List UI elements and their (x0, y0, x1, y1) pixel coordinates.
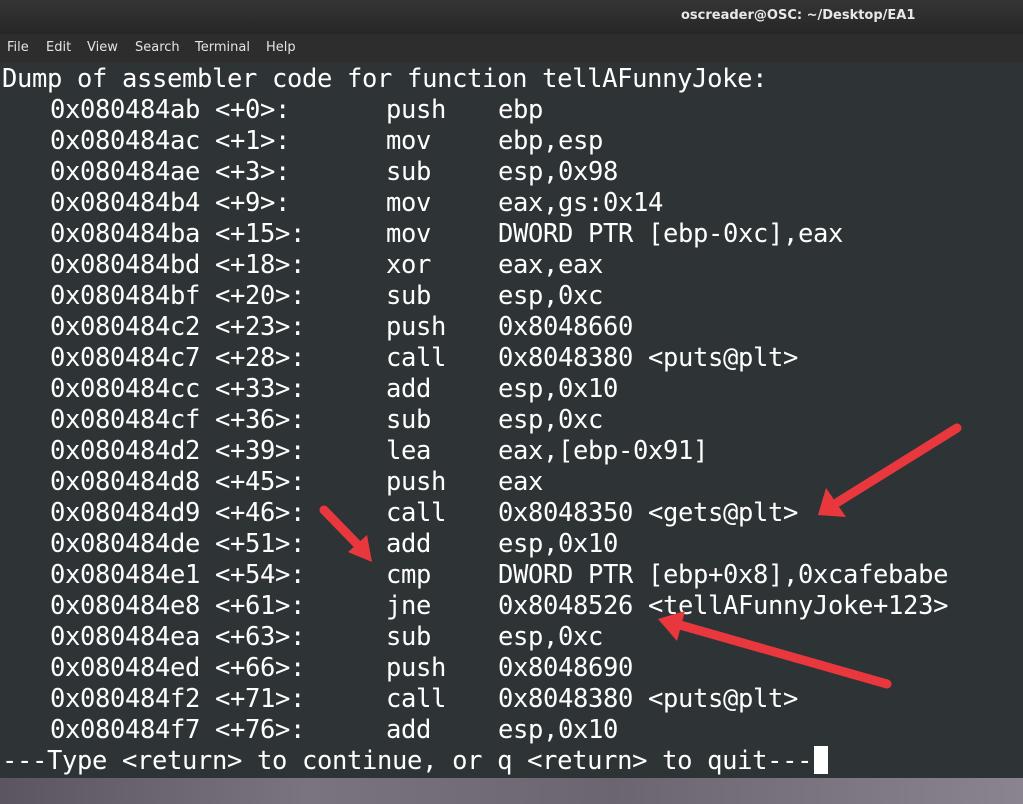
instruction-address: 0x080484c7 <+28>: (50, 343, 306, 373)
instruction-operands: esp,0x10 (498, 715, 619, 745)
instruction-mnemonic: add (386, 374, 432, 404)
instruction-mnemonic: cmp (386, 560, 432, 590)
instruction-address: 0x080484d8 <+45>: (50, 467, 306, 497)
instruction-address: 0x080484f2 <+71>: (50, 684, 306, 714)
instruction-mnemonic: mov (386, 219, 432, 249)
instruction-operands: DWORD PTR [ebp-0xc],eax (498, 219, 844, 249)
text-cursor (814, 746, 829, 774)
desktop-background (0, 778, 1023, 804)
instruction-address: 0x080484f7 <+76>: (50, 715, 306, 745)
pager-prompt[interactable]: ---Type <return> to continue, or q <retu… (2, 746, 829, 777)
instruction-address: 0x080484ac <+1>: (50, 126, 291, 156)
instruction-operands: 0x8048690 (498, 653, 634, 683)
instruction-mnemonic: add (386, 529, 432, 559)
menu-terminal[interactable]: Terminal (195, 40, 250, 55)
instruction-mnemonic: push (386, 467, 447, 497)
instruction-mnemonic: call (386, 343, 447, 373)
instruction-address: 0x080484de <+51>: (50, 529, 306, 559)
menu-file[interactable]: File (7, 40, 29, 55)
instruction-mnemonic: call (386, 498, 447, 528)
instruction-operands: esp,0x10 (498, 374, 619, 404)
instruction-operands: 0x8048660 (498, 312, 634, 342)
instruction-address: 0x080484bd <+18>: (50, 250, 306, 280)
dump-header: Dump of assembler code for function tell… (2, 64, 768, 94)
instruction-address: 0x080484ba <+15>: (50, 219, 306, 249)
instruction-operands: 0x8048380 <puts@plt> (498, 684, 799, 714)
menu-help[interactable]: Help (266, 40, 296, 55)
menu-bar: File Edit View Search Terminal Help (0, 34, 1023, 63)
menu-edit[interactable]: Edit (46, 40, 71, 55)
window-title: oscreader@OSC: ~/Desktop/EA1 (681, 8, 916, 23)
instruction-operands: eax (498, 467, 544, 497)
instruction-mnemonic: push (386, 312, 447, 342)
instruction-mnemonic: jne (386, 591, 432, 621)
instruction-operands: eax,eax (498, 250, 604, 280)
instruction-mnemonic: mov (386, 126, 432, 156)
instruction-operands: ebp (498, 95, 544, 125)
instruction-address: 0x080484b4 <+9>: (50, 188, 291, 218)
instruction-address: 0x080484ea <+63>: (50, 622, 306, 652)
instruction-mnemonic: xor (386, 250, 432, 280)
instruction-mnemonic: lea (386, 436, 432, 466)
instruction-operands: esp,0xc (498, 622, 604, 652)
instruction-address: 0x080484bf <+20>: (50, 281, 306, 311)
instruction-mnemonic: sub (386, 157, 432, 187)
instruction-mnemonic: sub (386, 622, 432, 652)
instruction-address: 0x080484d2 <+39>: (50, 436, 306, 466)
terminal-output[interactable]: Dump of assembler code for function tell… (0, 62, 1023, 778)
instruction-operands: eax,gs:0x14 (498, 188, 664, 218)
instruction-mnemonic: sub (386, 405, 432, 435)
pager-prompt-text: ---Type <return> to continue, or q <retu… (2, 746, 813, 776)
instruction-mnemonic: mov (386, 188, 432, 218)
instruction-operands: eax,[ebp-0x91] (498, 436, 709, 466)
instruction-address: 0x080484e8 <+61>: (50, 591, 306, 621)
instruction-mnemonic: add (386, 715, 432, 745)
instruction-address: 0x080484cc <+33>: (50, 374, 306, 404)
instruction-operands: esp,0x10 (498, 529, 619, 559)
instruction-address: 0x080484ab <+0>: (50, 95, 291, 125)
title-bar[interactable]: oscreader@OSC: ~/Desktop/EA1 (0, 0, 1023, 34)
instruction-operands: esp,0xc (498, 281, 604, 311)
instruction-mnemonic: push (386, 95, 447, 125)
instruction-address: 0x080484c2 <+23>: (50, 312, 306, 342)
instruction-operands: ebp,esp (498, 126, 604, 156)
instruction-address: 0x080484e1 <+54>: (50, 560, 306, 590)
instruction-operands: 0x8048380 <puts@plt> (498, 343, 799, 373)
menu-search[interactable]: Search (135, 40, 180, 55)
instruction-mnemonic: sub (386, 281, 432, 311)
instruction-operands: esp,0xc (498, 405, 604, 435)
instruction-address: 0x080484ed <+66>: (50, 653, 306, 683)
instruction-operands: 0x8048526 <tellAFunnyJoke+123> (498, 591, 949, 621)
instruction-operands: 0x8048350 <gets@plt> (498, 498, 799, 528)
instruction-operands: esp,0x98 (498, 157, 619, 187)
instruction-address: 0x080484ae <+3>: (50, 157, 291, 187)
menu-view[interactable]: View (87, 40, 118, 55)
instruction-address: 0x080484d9 <+46>: (50, 498, 306, 528)
instruction-operands: DWORD PTR [ebp+0x8],0xcafebabe (498, 560, 949, 590)
instruction-address: 0x080484cf <+36>: (50, 405, 306, 435)
instruction-mnemonic: push (386, 653, 447, 683)
instruction-mnemonic: call (386, 684, 447, 714)
